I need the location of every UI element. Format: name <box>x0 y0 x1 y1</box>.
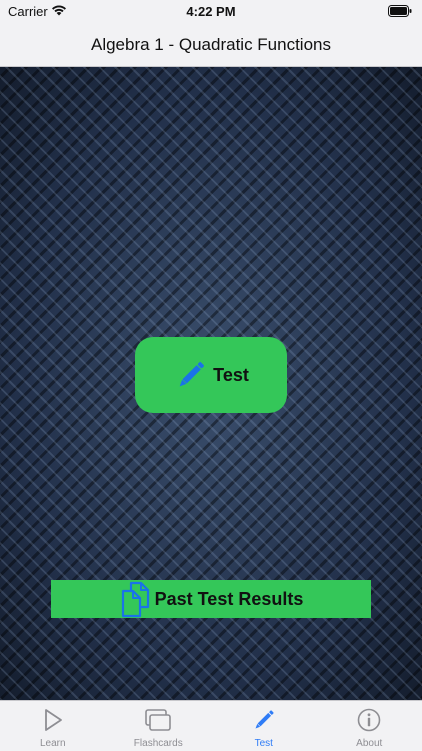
status-time: 4:22 PM <box>0 4 422 19</box>
tab-bar: Learn Flashcards Test About <box>0 700 422 751</box>
test-button-label: Test <box>213 365 249 386</box>
past-test-results-label: Past Test Results <box>155 589 304 610</box>
battery-icon <box>388 5 412 17</box>
tab-flashcards[interactable]: Flashcards <box>106 701 212 751</box>
status-bar: Carrier 4:22 PM <box>0 0 422 24</box>
tab-test-label: Test <box>211 738 317 749</box>
pencil-icon <box>250 707 278 733</box>
tab-about-label: About <box>317 738 422 749</box>
pencil-icon <box>173 357 209 393</box>
tab-about[interactable]: About <box>317 701 422 751</box>
documents-icon <box>119 580 153 618</box>
play-icon <box>39 707 67 733</box>
page-title: Algebra 1 - Quadratic Functions <box>91 35 331 55</box>
info-icon <box>355 707 383 733</box>
cards-icon <box>144 707 172 733</box>
main-content: Test Past Test Results <box>0 67 422 700</box>
tab-learn[interactable]: Learn <box>0 701 106 751</box>
tab-learn-label: Learn <box>0 738 106 749</box>
tab-test[interactable]: Test <box>211 701 317 751</box>
test-button[interactable]: Test <box>135 337 287 413</box>
tab-flashcards-label: Flashcards <box>106 738 212 749</box>
past-test-results-button[interactable]: Past Test Results <box>51 580 371 618</box>
navigation-bar: Algebra 1 - Quadratic Functions <box>0 24 422 67</box>
